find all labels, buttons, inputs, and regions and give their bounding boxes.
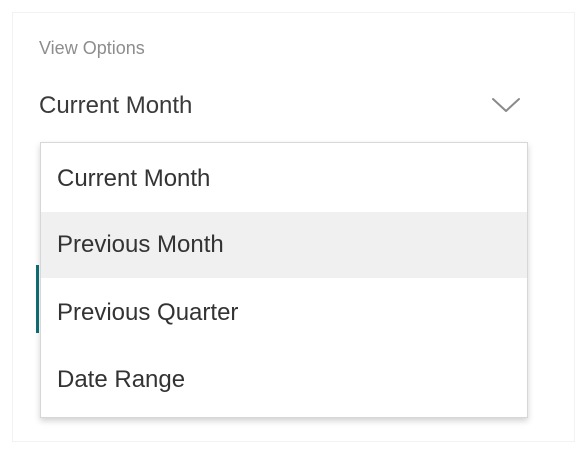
selection-accent-bar xyxy=(36,265,39,333)
menu-item-current-month[interactable]: Current Month xyxy=(41,146,527,212)
chevron-down-icon[interactable] xyxy=(491,96,521,114)
chevron-stroke xyxy=(492,98,520,112)
menu-item-previous-quarter[interactable]: Previous Quarter xyxy=(41,280,527,346)
view-options-page: View Options Current Month Current Month… xyxy=(0,0,585,450)
view-options-label: View Options xyxy=(39,38,145,58)
view-options-dropdown-menu: Current Month Previous Month Previous Qu… xyxy=(40,142,528,418)
menu-item-previous-month[interactable]: Previous Month xyxy=(41,212,527,278)
view-options-select-value[interactable]: Current Month xyxy=(39,92,192,120)
menu-item-date-range[interactable]: Date Range xyxy=(41,347,527,413)
